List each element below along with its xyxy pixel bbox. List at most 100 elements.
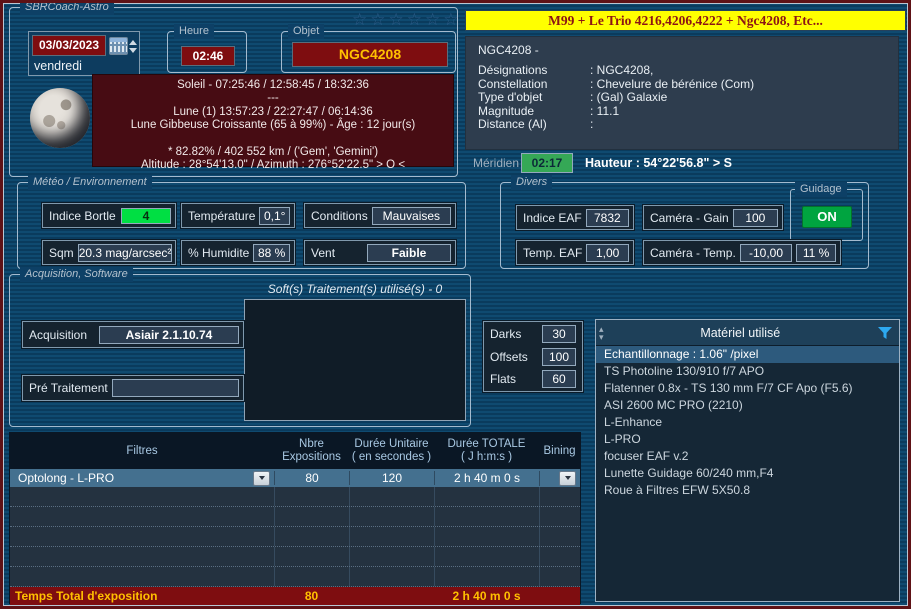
guidage-label: Guidage [795, 182, 847, 197]
table-row-empty[interactable] [10, 527, 580, 547]
camera-gain-field: Caméra - Gain 100 [643, 205, 783, 230]
table-row-empty[interactable] [10, 487, 580, 507]
camera-temp-value[interactable]: -10,00 [740, 244, 792, 262]
divers-title: Divers [511, 175, 552, 190]
pre-traitement-value[interactable] [112, 379, 239, 397]
materiel-item[interactable]: ASI 2600 MC PRO (2210) [596, 397, 899, 414]
acquisition-software-field: Acquisition Asiair 2.1.10.74 [22, 321, 244, 348]
filter-funnel-icon[interactable] [877, 326, 893, 340]
scroll-arrows-icon[interactable]: ▴▾ [596, 325, 604, 341]
heure-group: Heure 02:46 [167, 31, 247, 73]
offsets-field: Offsets 100 [490, 348, 576, 366]
camera-temp-percent: 11 % [796, 244, 836, 262]
col-header-totale-2: ( J h:m:s ) [434, 451, 539, 464]
info-value: : NGC4208, [590, 64, 653, 78]
separator-text: --- [93, 92, 453, 105]
bining-dropdown-button[interactable] [559, 471, 576, 486]
blank-line [93, 133, 453, 146]
humidite-label: % Humidite [186, 246, 249, 260]
sqm-label: Sqm [47, 246, 74, 260]
app-title: SBRCoach-Astro [20, 0, 114, 15]
acquisition-software-value[interactable]: Asiair 2.1.10.74 [99, 326, 239, 344]
weekday-label: vendredi [34, 59, 82, 73]
info-label: Magnitude [478, 105, 590, 119]
sqm-value[interactable]: 20.3 mag/arcsec² [78, 244, 173, 262]
soft-traitement-listbox[interactable] [244, 299, 466, 421]
main-group: SBRCoach-Astro ☆☆☆☆☆☆ 03/03/2023 vendred… [9, 7, 458, 177]
meridien-label: Méridien [473, 156, 519, 170]
bortle-value[interactable]: 4 [121, 208, 171, 224]
materiel-item[interactable]: Flatenner 0.8x - TS 130 mm F/7 CF Apo (F… [596, 380, 899, 397]
moon-altitude: Altitude : 28°54'13.0" / Azimuth : 276°5… [93, 159, 453, 172]
temperature-value[interactable]: 0,1° [259, 207, 290, 225]
filter-row-selected[interactable]: Optolong - L-PRO 80 120 2 h 40 m 0 s [10, 469, 580, 487]
ephemeris-panel: Soleil - 07:25:46 / 12:58:45 / 18:32:36 … [92, 74, 454, 167]
materiel-item[interactable]: L-Enhance [596, 414, 899, 431]
col-header-filtres: Filtres [10, 445, 274, 458]
table-row-empty[interactable] [10, 567, 580, 587]
materiel-item[interactable]: L-PRO [596, 431, 899, 448]
date-spinner-up-icon[interactable] [129, 40, 137, 45]
objet-label: Objet [288, 24, 324, 39]
offsets-value[interactable]: 100 [542, 348, 576, 366]
guidage-group: Guidage ON [790, 189, 863, 241]
materiel-item[interactable]: Roue à Filtres EFW 5X50.8 [596, 482, 899, 499]
materiel-item[interactable]: Lunette Guidage 60/240 mm,F4 [596, 465, 899, 482]
rating-stars[interactable]: ☆☆☆☆☆☆ [352, 10, 461, 30]
pre-traitement-label: Pré Traitement [27, 381, 108, 395]
info-label: Type d'objet [478, 91, 590, 105]
filter-dropdown-button[interactable] [253, 471, 270, 486]
filter-name[interactable]: Optolong - L-PRO [18, 471, 253, 485]
filter-nbre-expositions[interactable]: 80 [274, 471, 349, 485]
table-row-empty[interactable] [10, 547, 580, 567]
materiel-item[interactable]: Echantillonnage : 1.06" /pixel [596, 346, 899, 363]
filter-duree-unitaire[interactable]: 120 [349, 471, 434, 485]
offsets-label: Offsets [490, 350, 542, 364]
meridien-time: 02:17 [521, 153, 573, 173]
col-header-nbre: Nbre [274, 438, 349, 451]
moon-times: Lune (1) 13:57:23 / 22:27:47 / 06:14:36 [93, 106, 453, 119]
table-row-empty[interactable] [10, 507, 580, 527]
humidite-value[interactable]: 88 % [253, 244, 290, 262]
calendar-icon[interactable] [109, 37, 128, 55]
objet-value[interactable]: NGC4208 [292, 42, 448, 67]
vent-value[interactable]: Faible [367, 244, 451, 262]
object-info-panel: NGC4208 - Désignations: NGC4208, Constel… [465, 36, 899, 150]
total-duree: 2 h 40 m 0 s [434, 589, 539, 603]
temp-eaf-field: Temp. EAF 1,00 [516, 240, 634, 265]
acquisition-title: Acquisition, Software [20, 267, 133, 282]
col-header-totale: Durée TOTALE [434, 438, 539, 451]
date-spinner-down-icon[interactable] [129, 48, 137, 53]
acquisition-software-label: Acquisition [27, 328, 95, 342]
flats-value[interactable]: 60 [542, 370, 576, 388]
darks-value[interactable]: 30 [542, 325, 576, 343]
moon-phase-text: Lune Gibbeuse Croissante (65 à 99%) - Âg… [93, 119, 453, 132]
col-header-unitaire: Durée Unitaire [349, 438, 434, 451]
temp-eaf-value[interactable]: 1,00 [586, 244, 629, 262]
temperature-field: Température 0,1° [181, 203, 295, 228]
meteo-group: Météo / Environnement Indice Bortle 4 Te… [17, 182, 466, 269]
darks-label: Darks [490, 327, 542, 341]
col-header-nbre-2: Expositions [274, 451, 349, 464]
materiel-header: ▴▾ Matériel utilisé [596, 320, 899, 346]
date-group: 03/03/2023 vendredi [28, 31, 140, 76]
soft-traitement-title: Soft(s) Traitement(s) utilisé(s) - 0 [244, 282, 466, 296]
camera-gain-value[interactable]: 100 [733, 209, 778, 227]
indice-eaf-label: Indice EAF [521, 211, 582, 225]
conditions-value[interactable]: Mauvaises [372, 207, 451, 225]
heure-value[interactable]: 02:46 [181, 46, 235, 66]
materiel-item[interactable]: TS Photoline 130/910 f/7 APO [596, 363, 899, 380]
date-spinner [129, 36, 137, 56]
vent-label: Vent [309, 246, 363, 260]
acquisition-group: Acquisition, Software Soft(s) Traitement… [9, 274, 471, 427]
temp-eaf-label: Temp. EAF [521, 246, 582, 260]
date-input[interactable]: 03/03/2023 [32, 35, 106, 56]
info-label: Distance (Al) [478, 118, 590, 132]
indice-eaf-value[interactable]: 7832 [586, 209, 629, 227]
materiel-item[interactable]: focuser EAF v.2 [596, 448, 899, 465]
flats-label: Flats [490, 372, 542, 386]
humidite-field: % Humidite 88 % [181, 240, 295, 265]
guidage-toggle[interactable]: ON [802, 206, 852, 228]
info-value: : [590, 118, 593, 132]
meteo-title: Météo / Environnement [28, 175, 152, 190]
